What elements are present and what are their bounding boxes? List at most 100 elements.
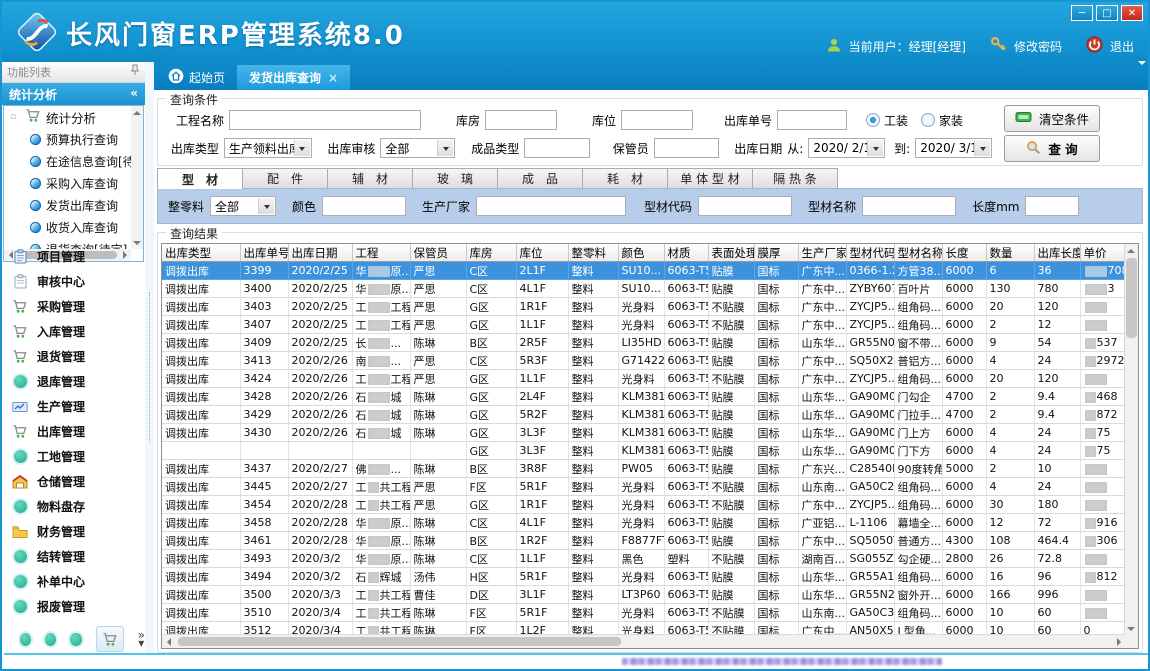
material-tab-4[interactable]: 成 品: [497, 168, 583, 188]
sidebar-module-7[interactable]: 出库管理: [2, 419, 145, 444]
sidebar-module-1[interactable]: 审核中心: [2, 269, 145, 294]
module-dot-icon[interactable]: [70, 633, 81, 646]
tree-item-3[interactable]: 发货出库查询: [4, 194, 131, 216]
length-input[interactable]: [1025, 196, 1079, 216]
manufacturer-input[interactable]: [476, 196, 626, 216]
table-row-13[interactable]: 调拨出库34542020/2/28工共工程严思G区1R1F整料光身料6063-T…: [162, 496, 1125, 514]
sidebar-module-13[interactable]: 补单中心: [2, 569, 145, 594]
column-header-4[interactable]: 保管员: [410, 244, 466, 262]
minimize-button[interactable]: ─: [1071, 5, 1093, 21]
sidebar-module-8[interactable]: 工地管理: [2, 444, 145, 469]
column-header-2[interactable]: 出库日期: [288, 244, 352, 262]
clear-conditions-button[interactable]: 清空条件: [1004, 105, 1100, 132]
module-dot-icon[interactable]: [45, 633, 56, 646]
table-row-19[interactable]: 调拨出库35102020/3/4工共工程陈琳F区5R1F整料光身料6063-T5…: [162, 604, 1125, 622]
collapse-icon[interactable]: «: [130, 86, 138, 105]
change-password-link[interactable]: 修改密码: [1014, 38, 1062, 55]
material-tab-2[interactable]: 辅 材: [327, 168, 413, 188]
table-row-8[interactable]: 调拨出库34292020/2/26石城陈琳G区5R2F整料KLM38176063…: [162, 406, 1125, 424]
warehouse-input[interactable]: [485, 110, 557, 130]
column-header-0[interactable]: 出库类型: [162, 244, 240, 262]
close-tab-icon[interactable]: ×: [328, 71, 338, 85]
tree-expander-icon[interactable]: ▫: [10, 112, 20, 122]
column-header-13[interactable]: 型材代码: [846, 244, 894, 262]
date-to-picker[interactable]: 2020/ 3/16: [915, 138, 992, 158]
column-header-10[interactable]: 表面处理: [708, 244, 754, 262]
sidebar-splitter[interactable]: [145, 62, 154, 657]
material-tab-7[interactable]: 隔 热 条: [752, 168, 838, 188]
column-header-1[interactable]: 出库单号: [240, 244, 288, 262]
table-row-10[interactable]: G区3L3F整料KLM38176063-T5贴膜国标山东华...GA90M09.…: [162, 442, 1125, 460]
tree-item-4[interactable]: 收货入库查询: [4, 216, 131, 238]
tree-vertical-scrollbar[interactable]: [131, 106, 143, 249]
column-header-11[interactable]: 膜厚: [754, 244, 798, 262]
maximize-button[interactable]: □: [1096, 5, 1118, 21]
sidebar-module-14[interactable]: 报废管理: [2, 594, 145, 619]
table-row-3[interactable]: 调拨出库34072020/2/25工工程严思G区1L1F整料光身料6063-T5…: [162, 316, 1125, 334]
tree-root-item[interactable]: ▫统计分析: [4, 106, 131, 128]
table-row-2[interactable]: 调拨出库34032020/2/25工工程严思G区1R1F整料光身料6063-T5…: [162, 298, 1125, 316]
sidebar-module-10[interactable]: 物料盘存: [2, 494, 145, 519]
profile-name-input[interactable]: [862, 196, 956, 216]
close-button[interactable]: ✕: [1121, 5, 1143, 21]
column-header-3[interactable]: 工程: [352, 244, 410, 262]
table-row-7[interactable]: 调拨出库34282020/2/26石城陈琳G区2L4F整料KLM38176063…: [162, 388, 1125, 406]
sidebar-module-12[interactable]: 结转管理: [2, 544, 145, 569]
table-row-18[interactable]: 调拨出库35002020/3/3工共工程曹佳D区3L1F整料LT3P606063…: [162, 586, 1125, 604]
sidebar-module-0[interactable]: 项目管理: [2, 244, 145, 269]
sidebar-module-3[interactable]: 入库管理: [2, 319, 145, 344]
sidebar-module-11[interactable]: 财务管理: [2, 519, 145, 544]
more-modules-button[interactable]: »▾: [138, 631, 145, 647]
pin-icon[interactable]: [130, 64, 140, 82]
column-header-7[interactable]: 整零料: [568, 244, 618, 262]
table-row-15[interactable]: 调拨出库34612020/2/28华原...陈琳B区1R2F整料F8877FT6…: [162, 532, 1125, 550]
material-tab-3[interactable]: 玻 璃: [412, 168, 498, 188]
search-button[interactable]: 查 询: [1004, 135, 1100, 162]
table-row-6[interactable]: 调拨出库34242020/2/26工工程严思G区1L1F整料光身料6063-T5…: [162, 370, 1125, 388]
stats-section-header[interactable]: 统计分析 «: [2, 83, 145, 105]
column-header-14[interactable]: 型材名称: [894, 244, 942, 262]
cart-module-button[interactable]: [96, 626, 124, 652]
project-name-input[interactable]: [229, 110, 421, 130]
whole-part-combo[interactable]: 全部: [210, 196, 276, 216]
column-header-16[interactable]: 数量: [986, 244, 1034, 262]
date-from-picker[interactable]: 2020/ 2/16: [808, 138, 885, 158]
keeper-input[interactable]: [654, 138, 720, 158]
column-header-12[interactable]: 生产厂家: [798, 244, 846, 262]
table-row-1[interactable]: 调拨出库34002020/2/25华原...严思C区4L1F整料SU10...6…: [162, 280, 1125, 298]
material-tab-6[interactable]: 单 体 型 材: [667, 168, 753, 188]
table-row-20[interactable]: 调拨出库35122020/3/4工共工程陈琳F区1L2F整料光身料6063-T5…: [162, 622, 1125, 636]
material-tab-5[interactable]: 耗 材: [582, 168, 668, 188]
table-row-4[interactable]: 调拨出库34092020/2/25长...陈琳B区2R5F整料LI35HD606…: [162, 334, 1125, 352]
audit-combo[interactable]: 全部: [380, 138, 455, 158]
horizontal-scrollbar-thumb[interactable]: [178, 637, 621, 646]
horizontal-scrollbar[interactable]: [162, 634, 1125, 648]
vertical-scrollbar[interactable]: [1124, 244, 1138, 635]
location-input[interactable]: [621, 110, 693, 130]
table-row-14[interactable]: 调拨出库34582020/2/28华原...陈琳C区4L1F整料光身料6063-…: [162, 514, 1125, 532]
tab-list-dropdown-icon[interactable]: [1138, 65, 1146, 84]
radio-jiazhuang[interactable]: 家装: [921, 112, 963, 129]
profile-code-input[interactable]: [698, 196, 792, 216]
table-row-0[interactable]: 调拨出库33992020/2/25华原...严思C区2L1F整料SU10...6…: [162, 262, 1125, 280]
table-row-11[interactable]: 调拨出库34372020/2/27佛...陈琳B区3R8F整料PW056063-…: [162, 460, 1125, 478]
logout-link[interactable]: 退出: [1110, 38, 1134, 55]
sidebar-module-4[interactable]: 退货管理: [2, 344, 145, 369]
tab-0[interactable]: 起始页: [156, 65, 237, 90]
tab-1[interactable]: 发货出库查询×: [237, 65, 350, 90]
table-row-12[interactable]: 调拨出库34452020/2/27工共工程严思F区5R1F整料光身料6063-T…: [162, 478, 1125, 496]
product-type-input[interactable]: [524, 138, 590, 158]
sidebar-module-2[interactable]: 采购管理: [2, 294, 145, 319]
material-tab-0[interactable]: 型 材: [157, 168, 243, 189]
tree-item-1[interactable]: 在途信息查询[待: [4, 150, 131, 172]
table-row-5[interactable]: 调拨出库34132020/2/26南...严思C区5R3F整料G71422606…: [162, 352, 1125, 370]
column-header-5[interactable]: 库房: [466, 244, 516, 262]
vertical-scrollbar-thumb[interactable]: [1126, 258, 1137, 338]
table-row-9[interactable]: 调拨出库34302020/2/26石城陈琳G区3L3F整料KLM38176063…: [162, 424, 1125, 442]
column-header-6[interactable]: 库位: [516, 244, 568, 262]
module-dot-icon[interactable]: [20, 633, 31, 646]
sidebar-module-5[interactable]: 退库管理: [2, 369, 145, 394]
sidebar-module-6[interactable]: 生产管理: [2, 394, 145, 419]
sidebar-module-9[interactable]: 仓储管理: [2, 469, 145, 494]
column-header-9[interactable]: 材质: [664, 244, 708, 262]
